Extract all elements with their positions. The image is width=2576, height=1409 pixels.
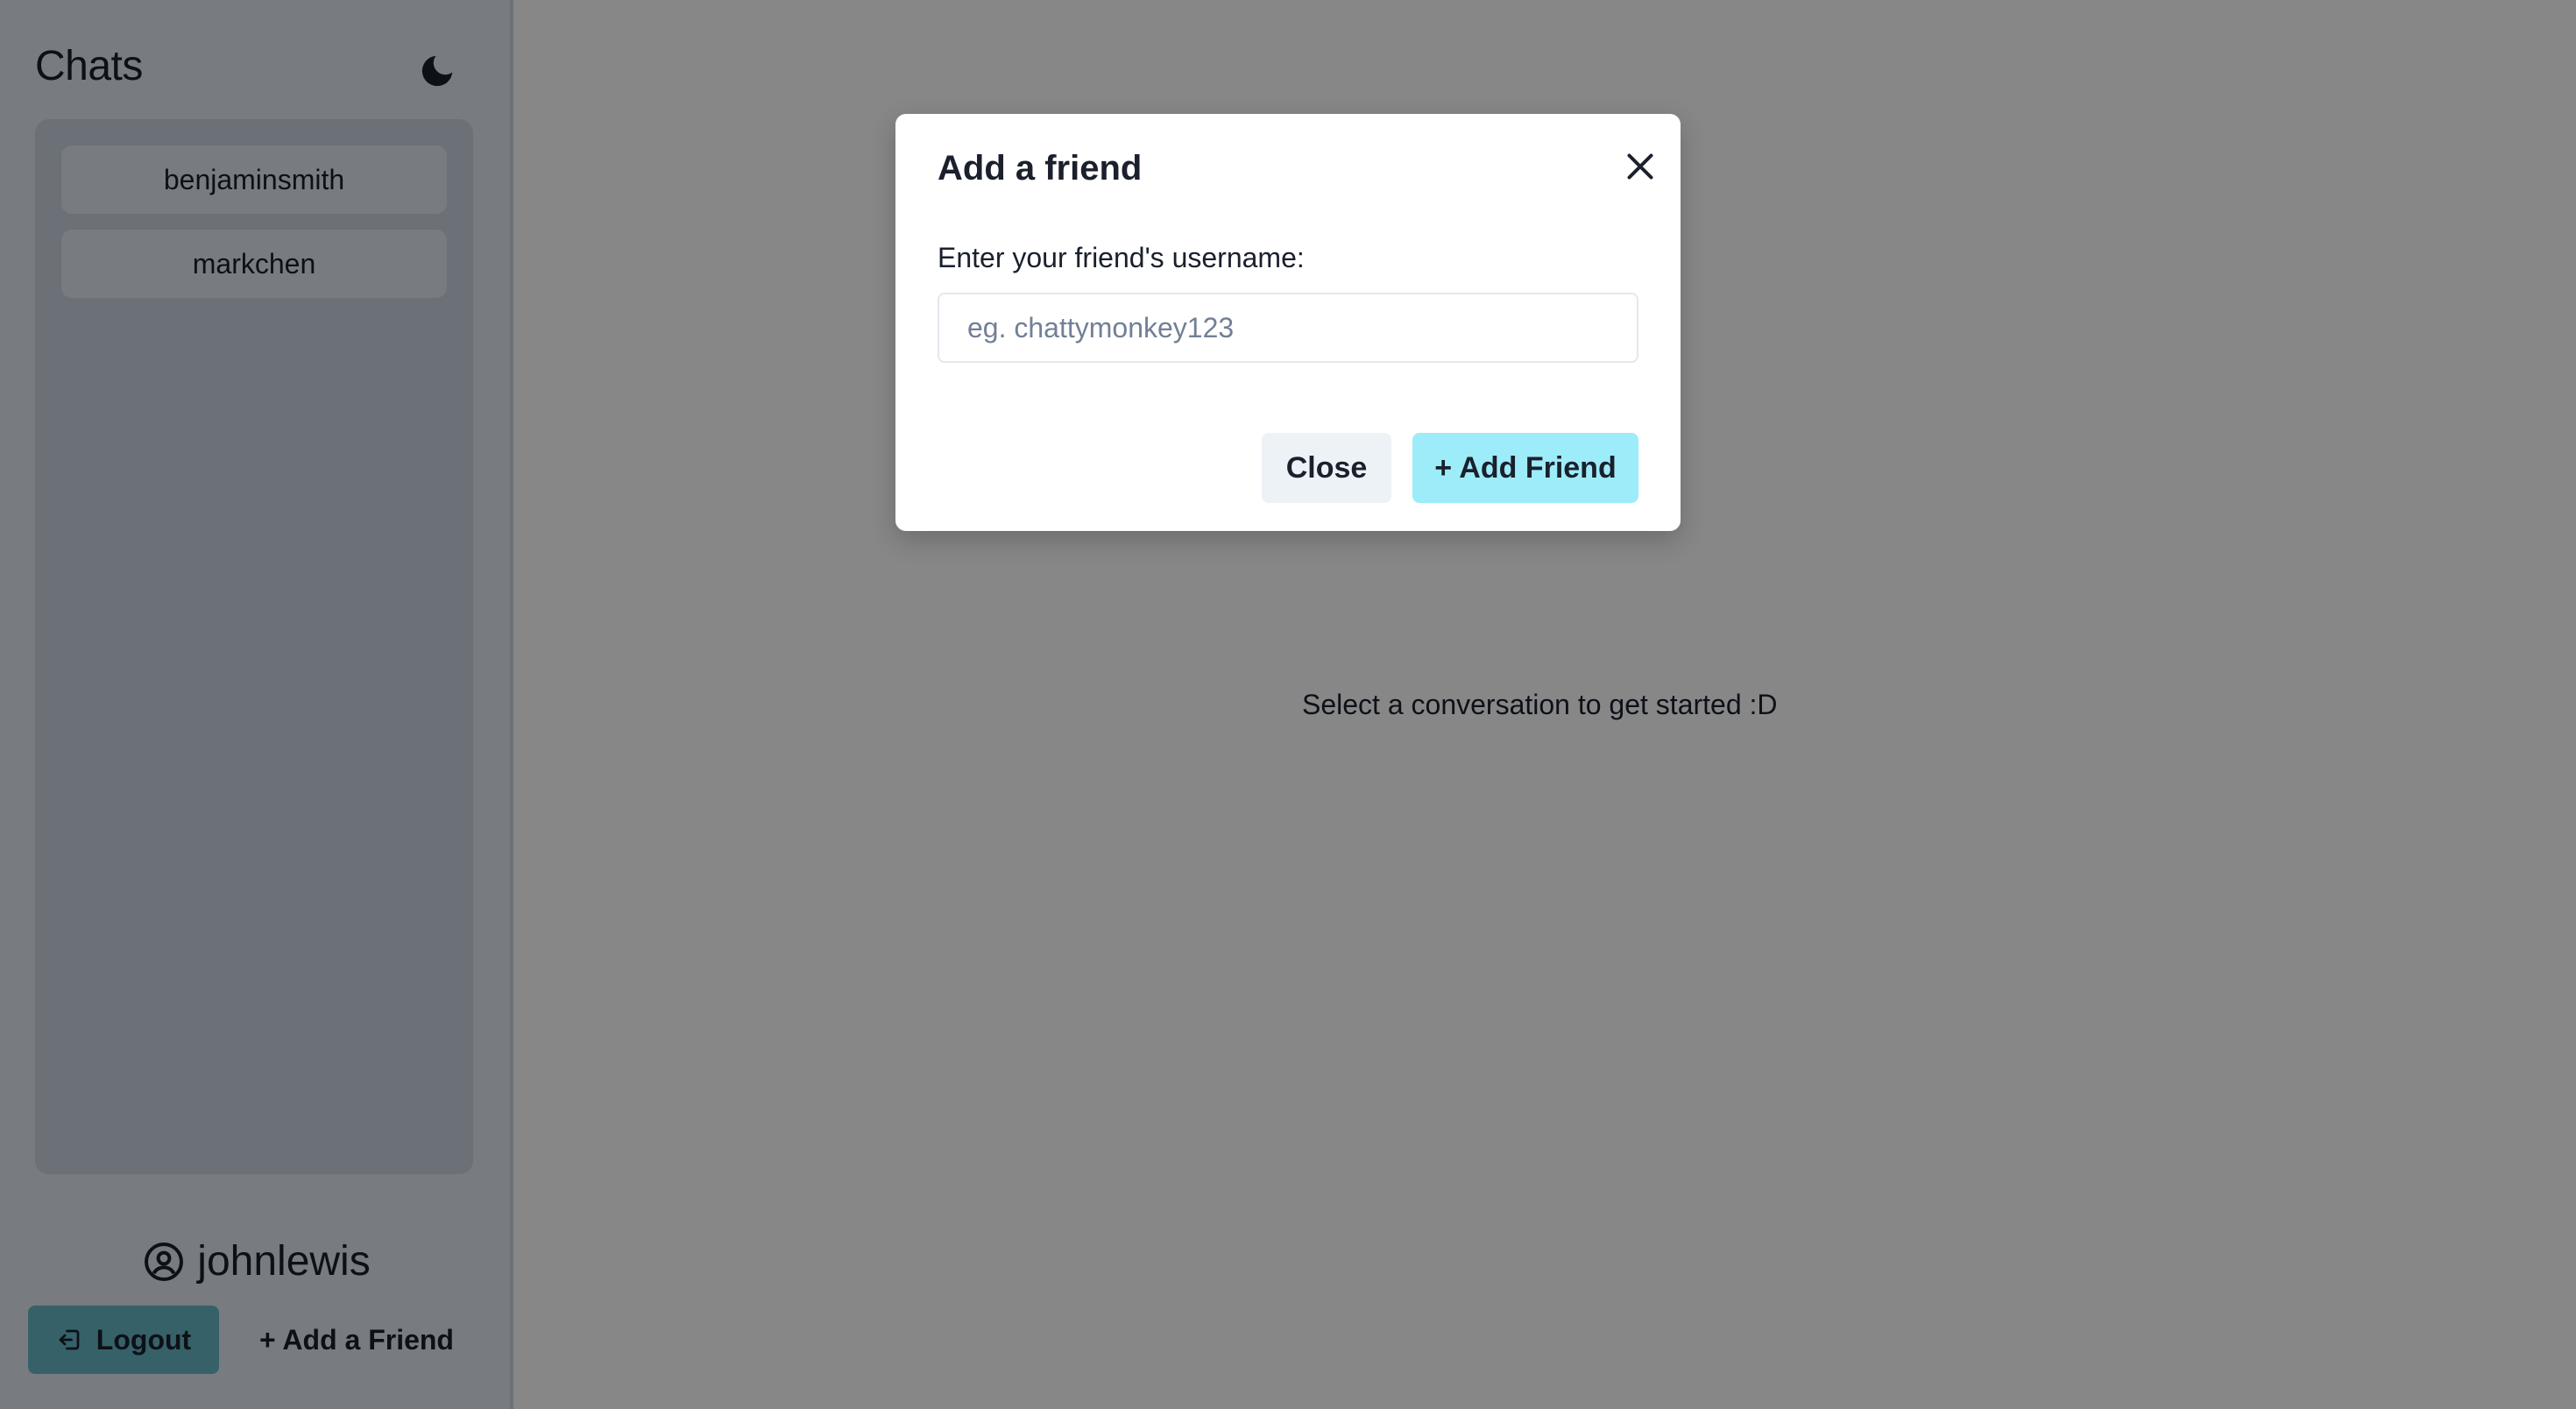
close-icon[interactable] [1614,140,1667,193]
modal-title: Add a friend [938,149,1143,188]
add-friend-button[interactable]: + Add Friend [1412,433,1638,503]
username-label: Enter your friend's username: [938,242,1305,273]
close-button[interactable]: Close [1262,433,1391,503]
add-friend-modal: Add a friend Enter your friend's usernam… [895,114,1681,531]
friend-username-input[interactable] [938,293,1638,363]
app-root: Chats benjaminsmith markchen johnlewis L… [0,0,2576,1409]
